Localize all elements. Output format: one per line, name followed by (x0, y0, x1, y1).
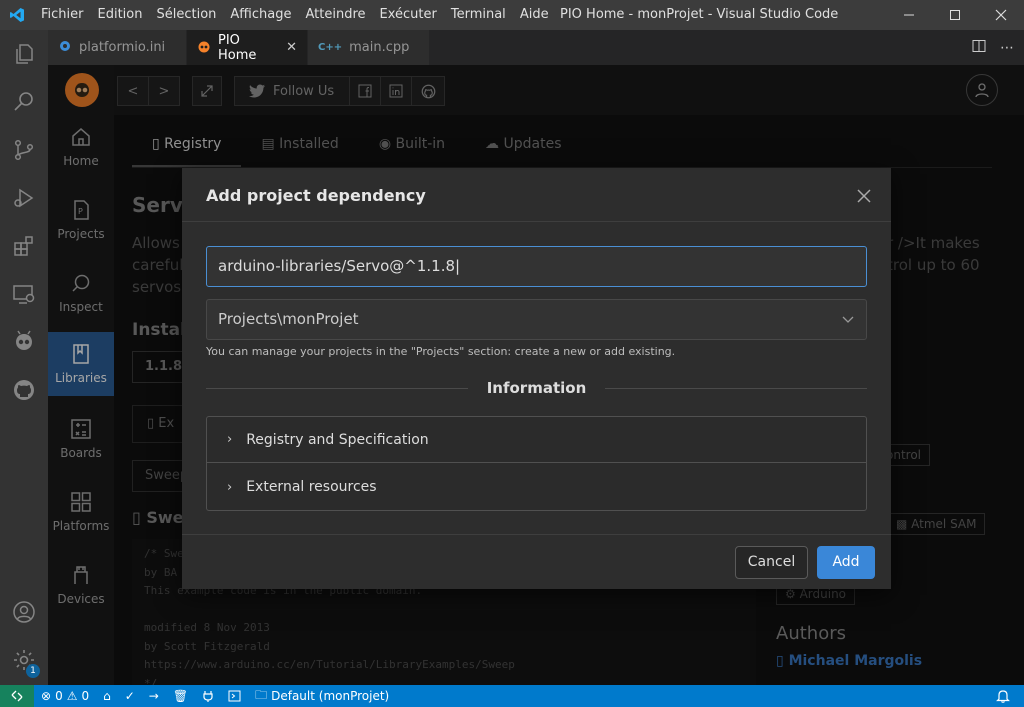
run-debug-icon[interactable] (0, 174, 48, 222)
tab-label: main.cpp (349, 40, 410, 55)
divider (605, 388, 867, 389)
divider (182, 534, 891, 535)
add-dependency-dialog: Add project dependency arduino-libraries… (182, 168, 891, 589)
warning-count: 0 (81, 689, 90, 703)
tab-pio-home[interactable]: PIO Home ✕ (187, 30, 308, 65)
menu-edition[interactable]: Edition (91, 0, 150, 30)
close-window-icon[interactable] (978, 0, 1024, 30)
notifications-bell-icon[interactable] (996, 688, 1010, 706)
minimize-icon[interactable] (886, 0, 932, 30)
github-icon[interactable] (0, 366, 48, 414)
vscode-logo-icon (0, 0, 34, 30)
env-label: Default (monProjet) (271, 689, 390, 703)
menu-selection[interactable]: Sélection (149, 0, 223, 30)
more-actions-icon[interactable]: ⋯ (1000, 40, 1014, 56)
platformio-icon[interactable] (0, 318, 48, 366)
pio-home-icon[interactable]: ⌂ (96, 689, 118, 703)
tab-main-cpp[interactable]: C++ main.cpp (308, 30, 430, 65)
account-icon[interactable] (0, 588, 48, 636)
pio-clean-icon[interactable]: 🗑 (166, 689, 195, 703)
activity-bar: 1 (0, 30, 48, 685)
window-title: PIO Home - monProjet - Visual Studio Cod… (560, 7, 839, 22)
dependency-input[interactable]: arduino-libraries/Servo@^1.1.8| (206, 246, 867, 287)
menu-atteindre[interactable]: Atteindre (298, 0, 372, 30)
remote-explorer-icon[interactable] (0, 270, 48, 318)
accordion-label: Registry and Specification (246, 431, 429, 448)
status-bar: ⊗ 0 ⚠ 0 ⌂ ✓ → 🗑 🗀 Default (monProjet) (0, 685, 1024, 707)
menu-affichage[interactable]: Affichage (223, 0, 298, 30)
project-hint: You can manage your projects in the "Pro… (206, 345, 676, 358)
text-cursor: | (455, 257, 461, 275)
chevron-down-icon (842, 300, 854, 355)
menu-aide[interactable]: Aide (513, 0, 556, 30)
settings-gear-icon[interactable]: 1 (0, 636, 48, 684)
search-icon[interactable] (0, 78, 48, 126)
explorer-icon[interactable] (0, 30, 48, 78)
warning-icon: ⚠ (66, 689, 78, 703)
remote-indicator-icon[interactable] (0, 685, 34, 707)
pio-test-icon[interactable] (195, 690, 221, 702)
tab-label: platformio.ini (79, 40, 166, 55)
menu-executer[interactable]: Exécuter (373, 0, 444, 30)
dependency-value: arduino-libraries/Servo@^1.1.8 (218, 257, 456, 275)
error-icon: ⊗ (41, 689, 52, 703)
cancel-button[interactable]: Cancel (735, 546, 808, 579)
divider (182, 221, 891, 222)
gear-icon (58, 39, 72, 56)
menu-bar: Fichier Edition Sélection Affichage Atte… (34, 0, 556, 30)
tab-label: PIO Home (218, 32, 257, 63)
accordion-label: External resources (246, 479, 377, 495)
maximize-icon[interactable] (932, 0, 978, 30)
chevron-right-icon: › (227, 432, 233, 447)
add-button[interactable]: Add (817, 546, 875, 579)
menu-fichier[interactable]: Fichier (34, 0, 91, 30)
project-selected-value: Projects\monProjet (218, 310, 359, 328)
error-count: 0 (55, 689, 63, 703)
folder-icon: 🗀 (255, 687, 268, 702)
pio-environment-switcher[interactable]: 🗀 Default (monProjet) (248, 686, 396, 707)
source-control-icon[interactable] (0, 126, 48, 174)
pio-build-icon[interactable]: ✓ (118, 689, 142, 703)
project-select[interactable]: Projects\monProjet (206, 299, 867, 340)
accordion-external-resources[interactable]: › External resources (207, 464, 866, 510)
editor-tabs: platformio.ini PIO Home ✕ C++ main.cpp ⋯ (48, 30, 1024, 65)
accordion-registry-specification[interactable]: › Registry and Specification (207, 417, 866, 463)
cpp-file-icon: C++ (318, 42, 343, 53)
close-icon[interactable] (857, 184, 871, 208)
settings-badge: 1 (26, 664, 40, 678)
pio-serial-monitor-icon[interactable] (221, 690, 248, 702)
chevron-right-icon: › (227, 479, 233, 495)
close-tab-icon[interactable]: ✕ (286, 40, 297, 55)
title-bar: Fichier Edition Sélection Affichage Atte… (0, 0, 1024, 30)
menu-terminal[interactable]: Terminal (444, 0, 513, 30)
editor-actions: ⋯ (972, 30, 1014, 65)
platformio-alien-icon (197, 39, 211, 56)
tab-platformio-ini[interactable]: platformio.ini (48, 30, 187, 65)
pio-upload-icon[interactable]: → (142, 689, 166, 703)
split-editor-icon[interactable] (972, 39, 986, 57)
dialog-title: Add project dependency (206, 186, 426, 205)
problems-indicator[interactable]: ⊗ 0 ⚠ 0 (34, 689, 96, 703)
extensions-icon[interactable] (0, 222, 48, 270)
information-accordion: › Registry and Specification › External … (206, 416, 867, 511)
